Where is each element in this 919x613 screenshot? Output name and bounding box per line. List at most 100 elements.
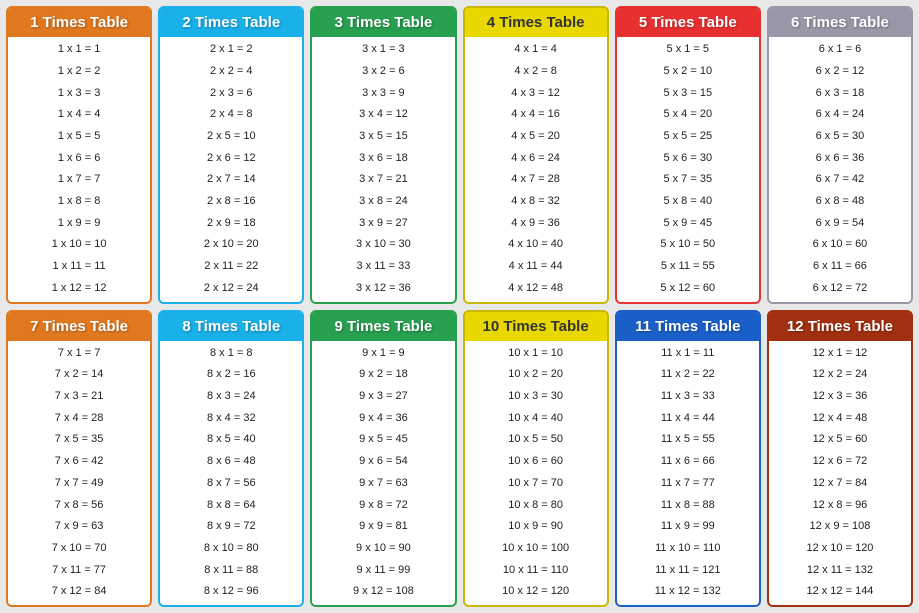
table-row: 9 x 12 = 108	[316, 584, 450, 599]
table-row: 5 x 10 = 50	[621, 237, 755, 252]
times-table-card-11: 11 Times Table 11 x 1 = 11 11 x 2 = 22 11 x…	[615, 310, 761, 608]
table-row: 7 x 7 = 49	[12, 476, 146, 491]
table-row: 6 x 9 = 54	[773, 216, 907, 231]
table-row: 11 x 10 = 110	[621, 541, 755, 556]
table-row: 5 x 3 = 15	[621, 86, 755, 101]
table-body-7: 7 x 1 = 77 x 2 = 147 x 3 = 217 x 4 = 287…	[8, 341, 150, 606]
table-row: 6 x 12 = 72	[773, 281, 907, 296]
table-body-12: 12 x 1 = 1212 x 2 = 2412 x 3 = 3612 x 4 …	[769, 341, 911, 606]
table-row: 6 x 10 = 60	[773, 237, 907, 252]
times-table-card-3: 3 Times Table3 x 1 = 33 x 2 = 63 x 3 = 9…	[310, 6, 456, 304]
table-row: 8 x 8 = 64	[164, 498, 298, 513]
table-row: 5 x 5 = 25	[621, 129, 755, 144]
table-body-11: 11 x 1 = 1111 x 2 = 2211 x 3 = 3311 x 4 …	[617, 341, 759, 606]
table-row: 12 x 3 = 36	[773, 389, 907, 404]
table-body-3: 3 x 1 = 33 x 2 = 63 x 3 = 93 x 4 = 123 x…	[312, 37, 454, 302]
table-row: 11 x 9 = 99	[621, 519, 755, 534]
table-row: 10 x 7 = 70	[469, 476, 603, 491]
table-row: 10 x 4 = 40	[469, 411, 603, 426]
table-row: 7 x 6 = 42	[12, 454, 146, 469]
table-body-6: 6 x 1 = 66 x 2 = 126 x 3 = 186 x 4 = 246…	[769, 37, 911, 302]
table-row: 8 x 1 = 8	[164, 346, 298, 361]
times-table-card-2: 2 Times Table2 x 1 = 22 x 2 = 42 x 3 = 6…	[158, 6, 304, 304]
table-row: 12 x 7 = 84	[773, 476, 907, 491]
table-row: 4 x 6 = 24	[469, 151, 603, 166]
table-row: 1 x 7 = 7	[12, 172, 146, 187]
table-row: 8 x 12 = 96	[164, 584, 298, 599]
table-row: 4 x 11 = 44	[469, 259, 603, 274]
table-row: 3 x 5 = 15	[316, 129, 450, 144]
table-row: 7 x 11 = 77	[12, 563, 146, 578]
table-row: 7 x 1 = 7	[12, 346, 146, 361]
table-body-8: 8 x 1 = 88 x 2 = 168 x 3 = 248 x 4 = 328…	[160, 341, 302, 606]
table-row: 7 x 12 = 84	[12, 584, 146, 599]
table-row: 2 x 5 = 10	[164, 129, 298, 144]
table-row: 7 x 2 = 14	[12, 367, 146, 382]
table-row: 9 x 9 = 81	[316, 519, 450, 534]
table-row: 11 x 5 = 55	[621, 432, 755, 447]
table-row: 12 x 1 = 12	[773, 346, 907, 361]
table-row: 2 x 11 = 22	[164, 259, 298, 274]
table-header-11: 11 Times Table	[617, 312, 759, 341]
table-row: 1 x 12 = 12	[12, 281, 146, 296]
table-row: 4 x 2 = 8	[469, 64, 603, 79]
table-row: 3 x 2 = 6	[316, 64, 450, 79]
table-row: 7 x 5 = 35	[12, 432, 146, 447]
table-row: 1 x 9 = 9	[12, 216, 146, 231]
table-row: 2 x 2 = 4	[164, 64, 298, 79]
table-row: 12 x 5 = 60	[773, 432, 907, 447]
table-row: 5 x 11 = 55	[621, 259, 755, 274]
table-row: 3 x 11 = 33	[316, 259, 450, 274]
table-row: 9 x 6 = 54	[316, 454, 450, 469]
table-row: 11 x 11 = 121	[621, 563, 755, 578]
table-row: 7 x 10 = 70	[12, 541, 146, 556]
table-row: 11 x 8 = 88	[621, 498, 755, 513]
table-row: 9 x 1 = 9	[316, 346, 450, 361]
table-row: 8 x 10 = 80	[164, 541, 298, 556]
table-row: 1 x 4 = 4	[12, 107, 146, 122]
times-table-card-10: 10 Times Table10 x 1 = 1010 x 2 = 2010 x…	[463, 310, 609, 608]
table-row: 6 x 5 = 30	[773, 129, 907, 144]
table-row: 5 x 8 = 40	[621, 194, 755, 209]
table-row: 3 x 4 = 12	[316, 107, 450, 122]
times-table-card-1: 1 Times Table1 x 1 = 11 x 2 = 21 x 3 = 3…	[6, 6, 152, 304]
table-body-1: 1 x 1 = 11 x 2 = 21 x 3 = 31 x 4 = 41 x …	[8, 37, 150, 302]
table-header-7: 7 Times Table	[8, 312, 150, 341]
table-row: 2 x 6 = 12	[164, 151, 298, 166]
table-row: 8 x 2 = 16	[164, 367, 298, 382]
table-row: 6 x 1 = 6	[773, 42, 907, 57]
table-row: 2 x 9 = 18	[164, 216, 298, 231]
table-row: 12 x 11 = 132	[773, 563, 907, 578]
table-row: 12 x 8 = 96	[773, 498, 907, 513]
times-table-card-9: 9 Times Table9 x 1 = 99 x 2 = 189 x 3 = …	[310, 310, 456, 608]
table-row: 9 x 5 = 45	[316, 432, 450, 447]
table-row: 6 x 2 = 12	[773, 64, 907, 79]
table-row: 2 x 12 = 24	[164, 281, 298, 296]
table-row: 8 x 7 = 56	[164, 476, 298, 491]
table-row: 7 x 4 = 28	[12, 411, 146, 426]
table-row: 4 x 5 = 20	[469, 129, 603, 144]
table-header-10: 10 Times Table	[465, 312, 607, 341]
table-header-8: 8 Times Table	[160, 312, 302, 341]
table-row: 8 x 6 = 48	[164, 454, 298, 469]
table-header-9: 9 Times Table	[312, 312, 454, 341]
table-row: 3 x 7 = 21	[316, 172, 450, 187]
table-row: 10 x 1 = 10	[469, 346, 603, 361]
table-header-6: 6 Times Table	[769, 8, 911, 37]
table-row: 10 x 12 = 120	[469, 584, 603, 599]
table-row: 4 x 4 = 16	[469, 107, 603, 122]
table-row: 8 x 11 = 88	[164, 563, 298, 578]
table-row: 11 x 1 = 11	[621, 346, 755, 361]
table-row: 11 x 12 = 132	[621, 584, 755, 599]
table-row: 9 x 11 = 99	[316, 563, 450, 578]
table-row: 11 x 2 = 22	[621, 367, 755, 382]
table-row: 6 x 7 = 42	[773, 172, 907, 187]
table-row: 11 x 4 = 44	[621, 411, 755, 426]
table-row: 5 x 12 = 60	[621, 281, 755, 296]
times-table-card-6: 6 Times Table 6 x 1 = 6 6 x 2 = 12 6 x 3 = …	[767, 6, 913, 304]
table-row: 2 x 3 = 6	[164, 86, 298, 101]
table-row: 6 x 3 = 18	[773, 86, 907, 101]
table-row: 5 x 1 = 5	[621, 42, 755, 57]
table-row: 12 x 9 = 108	[773, 519, 907, 534]
table-row: 11 x 7 = 77	[621, 476, 755, 491]
